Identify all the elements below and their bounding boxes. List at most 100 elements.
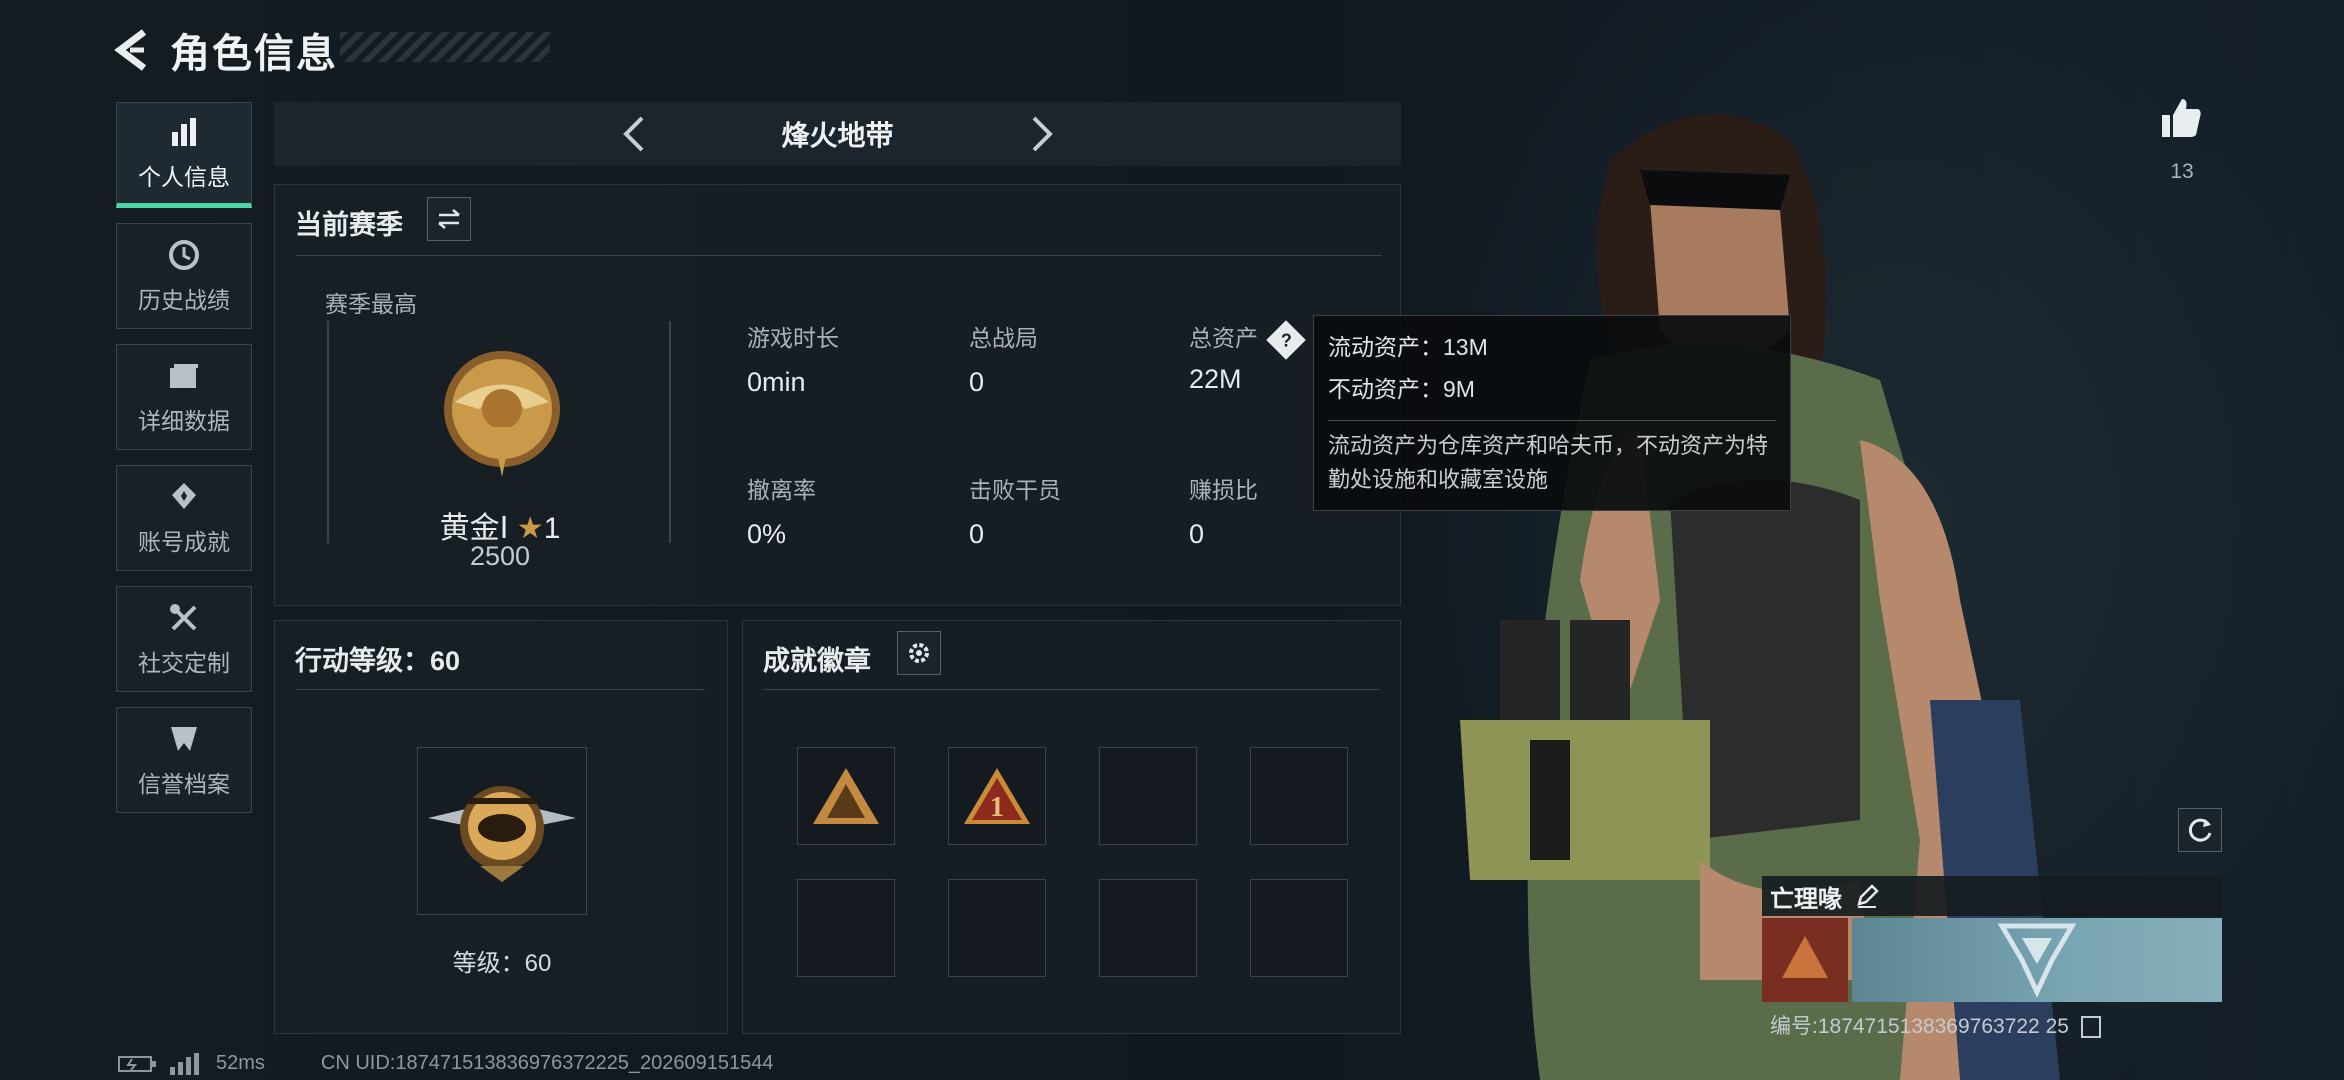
gold-rank-emblem [444, 351, 560, 477]
rank-score: 2500 [469, 541, 531, 571]
stat-总战局: 总战局 0 [969, 319, 1038, 398]
season-title: 当前赛季 [295, 210, 403, 240]
tooltip-liquid-assets: 流动资产：13M [1328, 334, 1488, 360]
cn-uid: CN UID:187471513836976372225_20260915154… [320, 1052, 774, 1074]
medal-icon [172, 483, 196, 509]
badge-slot[interactable] [797, 747, 895, 845]
stat-label: 撤离率 [747, 477, 816, 503]
number-one-triangle-badge-icon: 1 [964, 768, 1030, 824]
badges-settings-button[interactable] [897, 631, 941, 675]
status-footer: 52ms CN UID:187471513836976372225_202609… [118, 1052, 774, 1075]
copy-icon[interactable] [2080, 1016, 2101, 1039]
season-switch-button[interactable] [427, 197, 471, 241]
clock-history-icon [169, 240, 199, 270]
stat-label: 游戏时长 [747, 325, 839, 351]
nav-item-personal-info[interactable]: 个人信息 [116, 102, 252, 208]
nav-item-achievements[interactable]: 账号成就 [116, 465, 252, 571]
like-count: 13 [2170, 160, 2194, 183]
shield-emblem-icon [171, 727, 197, 751]
triangle-badge-icon [813, 768, 879, 824]
stat-value: 0min [747, 367, 806, 397]
action-level-title: 行动等级：60 [295, 646, 461, 676]
stat-label: 赚损比 [1189, 477, 1258, 503]
bar-chart-icon [172, 118, 196, 146]
tooltip-description: 流动资产为仓库资产和哈夫币，不动资产为特勤处设施和收藏室设施 [1328, 420, 1776, 497]
tooltip-fixed-assets: 不动资产：9M [1328, 376, 1475, 402]
player-id: 编号:1874715138369763722 25 [1770, 1015, 2069, 1038]
season-best-label: 赛季最高 [325, 291, 417, 317]
stat-label: 击败干员 [969, 477, 1061, 503]
signal-icon [170, 1052, 199, 1075]
stat-label-row: 总资产 ? [1189, 319, 1307, 360]
badge-slot[interactable]: 1 [948, 747, 1046, 845]
season-panel: 当前赛季 赛季最高 黄金Ⅰ ★1 2500 游戏时长 0min 总战局 0 总资… [274, 184, 1401, 606]
nav-item-label: 详细数据 [138, 408, 230, 434]
wrench-icon [170, 604, 197, 631]
divider [763, 689, 1380, 690]
svg-text:1: 1 [990, 792, 1004, 823]
nav-item-detail-data[interactable]: 详细数据 [116, 344, 252, 450]
refresh-icon [2188, 818, 2212, 842]
badge-slot-empty[interactable] [1099, 747, 1197, 845]
badges-title: 成就徽章 [763, 646, 871, 676]
thumbs-up-icon[interactable] [2158, 95, 2204, 141]
player-avatar[interactable] [1762, 918, 1848, 1002]
player-banner[interactable] [1852, 918, 2222, 1002]
badge-slot-empty[interactable] [1250, 747, 1348, 845]
helicopter-emblem [428, 786, 576, 882]
level-text: 等级：60 [452, 950, 552, 977]
level-emblem-frame [417, 747, 587, 915]
avatar-emblem [1762, 918, 1848, 1002]
stat-value: 0 [1189, 519, 1205, 549]
badge-slot-empty[interactable] [797, 879, 895, 977]
page-title: 角色信息 [170, 32, 338, 76]
back-arrow-icon[interactable] [110, 26, 158, 74]
nav-item-label: 信誉档案 [138, 771, 230, 797]
nav-item-credit-profile[interactable]: 信誉档案 [116, 707, 252, 813]
stat-value: 22M [1189, 364, 1242, 394]
badge-slot-empty[interactable] [1099, 879, 1197, 977]
stat-value: 0 [969, 519, 985, 549]
chevron-left-icon[interactable] [614, 112, 658, 156]
stat-总资产: 总资产 ? 22M [1189, 319, 1307, 395]
stat-击败干员: 击败干员 0 [969, 471, 1061, 550]
action-level-panel: 行动等级：60 等级：60 [274, 620, 728, 1034]
stat-value: 0 [969, 367, 985, 397]
player-name-bar: 亡理喙 [1762, 876, 2222, 916]
nav-item-history[interactable]: 历史战绩 [116, 223, 252, 329]
achievement-badges-panel: 成就徽章 1 [742, 620, 1401, 1034]
stat-游戏时长: 游戏时长 0min [747, 319, 839, 398]
nav-item-label: 个人信息 [138, 164, 230, 190]
page-header: 角色信息 [110, 20, 338, 80]
nav-item-social-custom[interactable]: 社交定制 [116, 586, 252, 692]
gear-icon [909, 643, 929, 663]
header-hatch-decoration [340, 32, 550, 62]
ping-value: 52ms [216, 1052, 265, 1074]
nav-item-label: 历史战绩 [138, 287, 230, 313]
divider [295, 255, 1382, 256]
mode-selector: 烽火地带 [274, 102, 1401, 166]
mode-name: 烽火地带 [781, 120, 894, 151]
stat-赚损比: 赚损比 0 [1189, 471, 1258, 550]
stat-value: 0% [747, 519, 787, 549]
stat-label: 总资产 [1189, 325, 1258, 351]
player-name: 亡理喙 [1770, 885, 1842, 913]
help-icon[interactable]: ? [1266, 320, 1307, 360]
rotate-model-button[interactable] [2178, 808, 2222, 852]
badge-slot-empty[interactable] [948, 879, 1046, 977]
side-nav: 个人信息 历史战绩 详细数据 账号成就 社交定制 信誉档案 [116, 102, 254, 828]
stat-label: 总战局 [969, 325, 1038, 351]
player-id-row: 编号:1874715138369763722 25 [1770, 1010, 2101, 1040]
chevron-right-icon[interactable] [1018, 112, 1062, 156]
battery-icon [118, 1055, 156, 1072]
banner-logo [1997, 923, 2077, 998]
divider [295, 689, 705, 690]
folder-icon [170, 364, 198, 388]
stat-撤离率: 撤离率 0% [747, 471, 816, 550]
badge-slot-empty[interactable] [1250, 879, 1348, 977]
swap-icon [438, 209, 460, 229]
asset-tooltip: 流动资产：13M 不动资产：9M 流动资产为仓库资产和哈夫币，不动资产为特勤处设… [1313, 315, 1791, 511]
nav-item-label: 账号成就 [138, 529, 230, 555]
nav-item-label: 社交定制 [138, 650, 230, 676]
edit-pencil-icon[interactable] [1854, 883, 1880, 909]
